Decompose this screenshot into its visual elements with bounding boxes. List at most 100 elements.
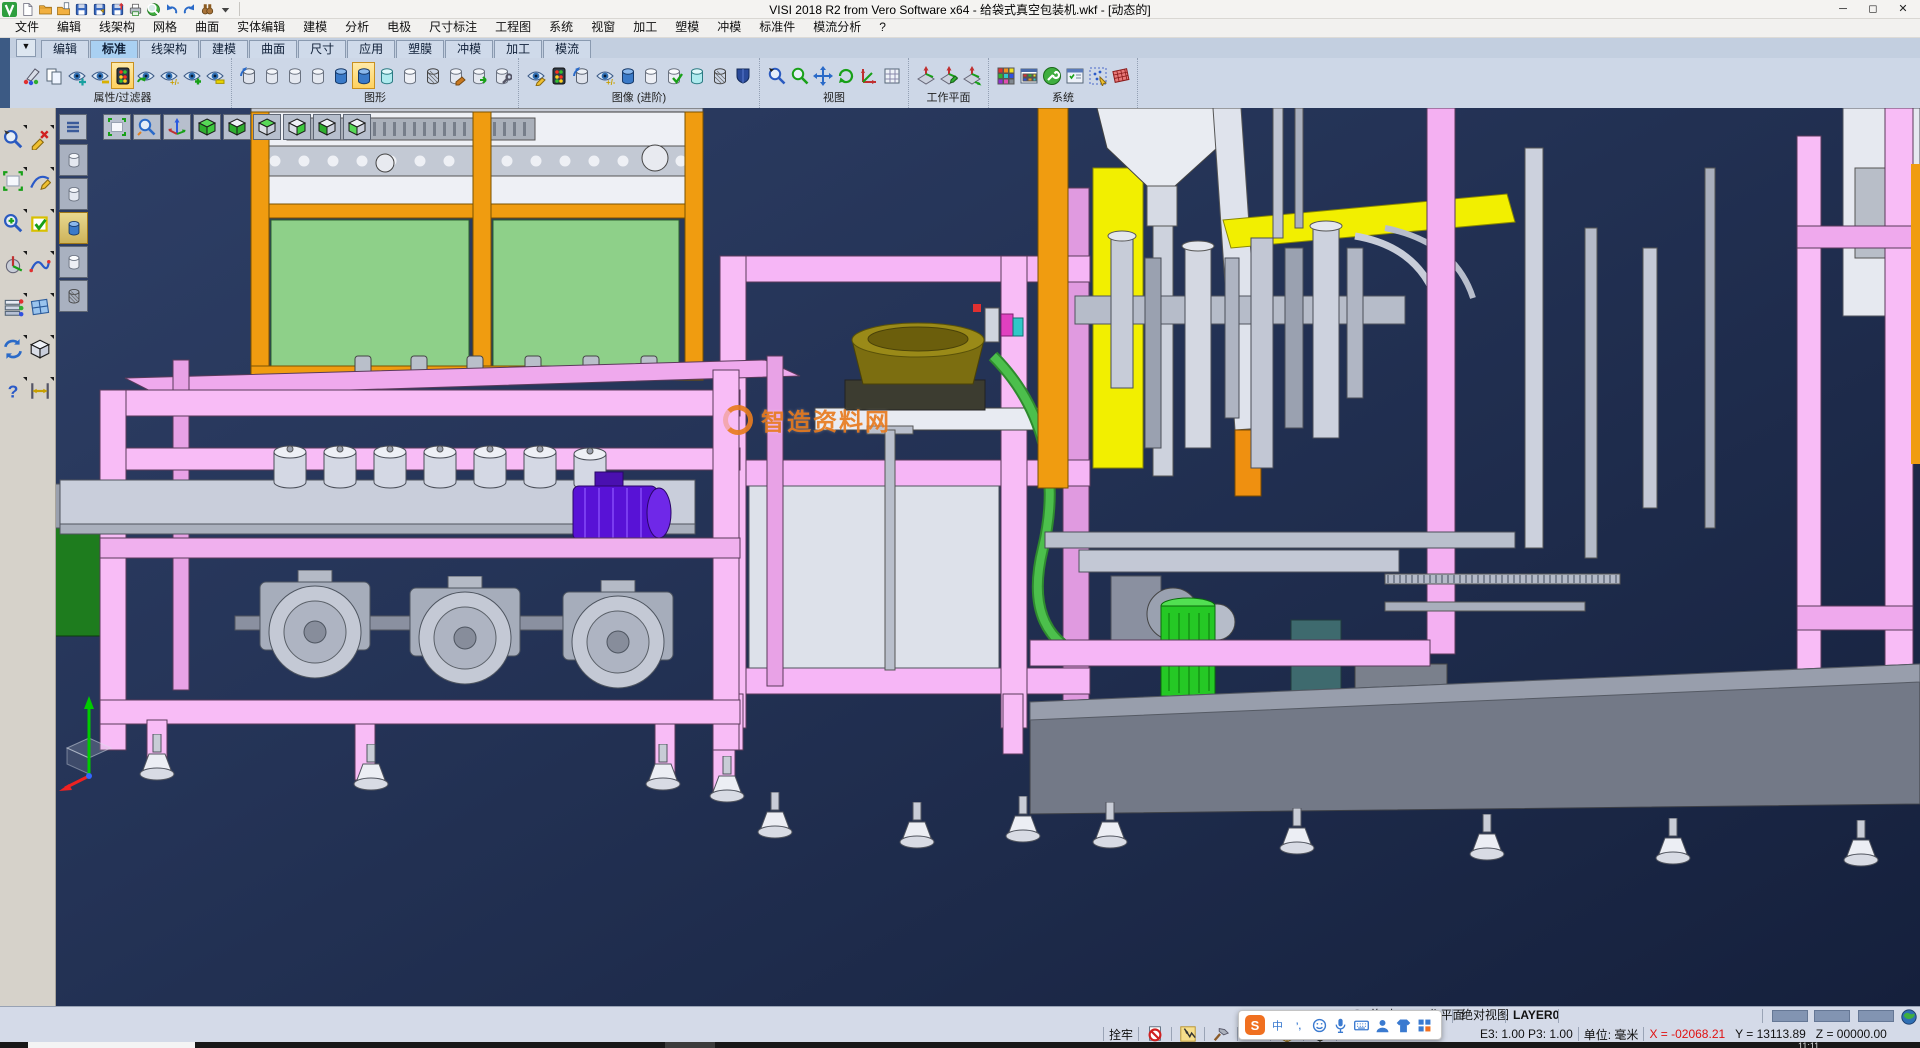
undo-button[interactable] <box>164 2 179 17</box>
dock-ucs-button[interactable] <box>2 254 26 278</box>
tab-建模[interactable]: 建模 <box>200 40 248 58</box>
graphics-viewport[interactable]: 智造资料网 <box>55 108 1920 1006</box>
ucs-axes-button[interactable] <box>163 114 191 140</box>
tab-塑膜[interactable]: 塑膜 <box>396 40 444 58</box>
globe-icon[interactable] <box>1900 1008 1918 1026</box>
menu-item-11[interactable]: 系统 <box>540 18 582 37</box>
tab-应用[interactable]: 应用 <box>347 40 395 58</box>
cyl-blue-button[interactable] <box>329 62 352 89</box>
system-wrench-button[interactable] <box>1040 62 1063 89</box>
minimize-button[interactable]: ─ <box>1828 0 1858 18</box>
cyl-blue-button[interactable] <box>616 62 639 89</box>
cyl-wire-button[interactable] <box>421 62 444 89</box>
keyboard-button[interactable] <box>1353 1017 1370 1034</box>
tab-尺寸[interactable]: 尺寸 <box>298 40 346 58</box>
dock-layers-button[interactable] <box>2 296 26 320</box>
cyl-brush-button[interactable] <box>444 62 467 89</box>
wp-axes-button[interactable] <box>914 62 937 89</box>
dock-help-button[interactable]: ? <box>2 380 26 404</box>
menu-item-13[interactable]: 加工 <box>624 18 666 37</box>
fit-view-button[interactable] <box>103 114 131 140</box>
cube-front-button[interactable] <box>343 114 371 140</box>
units-indicator[interactable]: 单位: 毫米 <box>1584 1026 1639 1043</box>
traffic-light-button[interactable] <box>547 62 570 89</box>
menu-item-3[interactable]: 网格 <box>144 18 186 37</box>
menu-item-10[interactable]: 工程图 <box>486 18 540 37</box>
menu-item-18[interactable]: ? <box>870 18 895 37</box>
cube-left-button[interactable] <box>313 114 341 140</box>
tab-冲模[interactable]: 冲模 <box>445 40 493 58</box>
menu-item-17[interactable]: 模流分析 <box>804 18 870 37</box>
cyl-outline-layer-button[interactable] <box>59 144 88 176</box>
red-grid-button[interactable] <box>1109 62 1132 89</box>
zoom-prev-button[interactable] <box>788 62 811 89</box>
tab-加工[interactable]: 加工 <box>494 40 542 58</box>
new-file-button[interactable] <box>20 2 35 17</box>
cyl-refresh-button[interactable] <box>570 62 593 89</box>
cyl-check-button[interactable] <box>662 62 685 89</box>
dock-zoomplus-button[interactable] <box>2 212 26 236</box>
dock-check-button[interactable] <box>29 212 53 236</box>
menu-grid-button[interactable] <box>1416 1017 1433 1034</box>
cyl-outline-button[interactable] <box>306 62 329 89</box>
import-file-button[interactable] <box>56 2 71 17</box>
punctuation-button[interactable]: ’, <box>1290 1017 1307 1034</box>
cyl-wrench-button[interactable] <box>490 62 513 89</box>
save-as-button[interactable] <box>92 2 107 17</box>
menu-item-4[interactable]: 曲面 <box>186 18 228 37</box>
copy-doc-button[interactable] <box>42 62 65 89</box>
export-save-button[interactable] <box>110 2 125 17</box>
cyl-outline-button[interactable] <box>260 62 283 89</box>
cyl-blue-layer-button[interactable] <box>59 212 88 244</box>
view-pan-button[interactable] <box>811 62 834 89</box>
dock-refresh-button[interactable] <box>2 338 26 362</box>
system-window-button[interactable] <box>1063 62 1086 89</box>
eye-hide-button[interactable] <box>203 62 226 89</box>
cyl-wire-button[interactable] <box>708 62 731 89</box>
cyl-copy-button[interactable] <box>467 62 490 89</box>
eye-refresh-button[interactable] <box>134 62 157 89</box>
menu-item-9[interactable]: 尺寸标注 <box>420 18 486 37</box>
point-select-button[interactable] <box>1086 62 1109 89</box>
cyl-outline-button[interactable] <box>283 62 306 89</box>
menu-item-8[interactable]: 电极 <box>378 18 420 37</box>
chinese-mode-button[interactable]: 中 <box>1269 1017 1286 1034</box>
cube-back-button[interactable] <box>283 114 311 140</box>
view-rotate-button[interactable] <box>834 62 857 89</box>
emoji-button[interactable] <box>1311 1017 1328 1034</box>
zoom-dynamic-button[interactable] <box>133 114 161 140</box>
dropdown-arrow-button[interactable] <box>218 2 233 17</box>
close-button[interactable]: ✕ <box>1888 0 1918 18</box>
menu-item-14[interactable]: 塑模 <box>666 18 708 37</box>
wp-axes-edit-button[interactable] <box>937 62 960 89</box>
cyl-white-layer-button[interactable] <box>59 246 88 278</box>
dock-cube-button[interactable] <box>29 338 53 362</box>
cube-top-button[interactable] <box>253 114 281 140</box>
menu-item-7[interactable]: 分析 <box>336 18 378 37</box>
dock-erase-button[interactable] <box>29 128 53 152</box>
wp-axes-move-button[interactable] <box>960 62 983 89</box>
preview-button[interactable] <box>146 2 161 17</box>
eye-plusminus-button[interactable]: +/- <box>157 62 180 89</box>
profile-button[interactable] <box>1374 1017 1391 1034</box>
voice-button[interactable] <box>1332 1017 1349 1034</box>
menu-item-16[interactable]: 标准件 <box>750 18 804 37</box>
eye-plusminus-button[interactable]: +/- <box>593 62 616 89</box>
tab-线架构[interactable]: 线架构 <box>139 40 199 58</box>
hammer-button[interactable] <box>1212 1025 1230 1043</box>
traffic-light-button[interactable] <box>111 62 134 89</box>
shield-button[interactable] <box>731 62 754 89</box>
print-button[interactable] <box>128 2 143 17</box>
menu-item-15[interactable]: 冲模 <box>708 18 750 37</box>
eye-add-button[interactable] <box>180 62 203 89</box>
menu-lines-button[interactable] <box>59 114 87 140</box>
tab-标准[interactable]: 标准 <box>90 40 138 58</box>
eye-minus-button[interactable] <box>88 62 111 89</box>
picker-button[interactable] <box>1179 1025 1197 1043</box>
skin-button[interactable] <box>1395 1017 1412 1034</box>
cube-iso-button[interactable] <box>193 114 221 140</box>
dock-window-button[interactable] <box>29 296 53 320</box>
maximize-button[interactable]: ◻ <box>1858 0 1888 18</box>
cyl-blue-button[interactable] <box>352 62 375 89</box>
menu-item-5[interactable]: 实体编辑 <box>228 18 294 37</box>
